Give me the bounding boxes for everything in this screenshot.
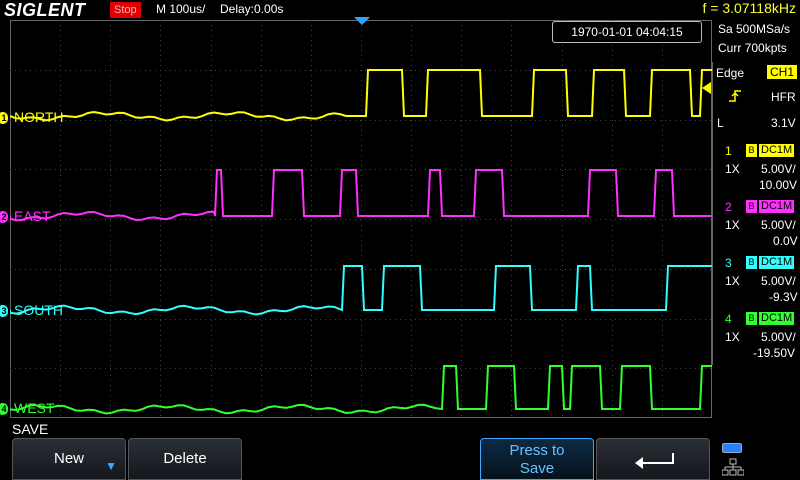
memory-depth: Curr 700kpts [718,41,787,55]
new-button[interactable]: New ▼ [12,438,126,480]
sample-rate: Sa 500MSa/s [718,22,791,36]
ch3-offset-marker[interactable]: 3 [0,305,10,317]
ch1-number: 1 [725,144,732,158]
ch4-probe: 1X [725,330,740,344]
ch2-scale: 5.00V/ [761,218,796,232]
ch3-bw-limit-icon: B [746,256,757,269]
ch4-bw-limit-icon: B [746,312,757,325]
ch1-bw-limit-icon: B [746,144,757,157]
ch3-label: SOUTH [14,302,63,318]
back-button[interactable] [596,438,710,480]
press-to-save-line1: Press to [509,442,565,459]
delay-readout[interactable]: Delay:0.00s [220,2,283,16]
menu-title: SAVE [12,421,49,437]
ch3-scale: 5.00V/ [761,274,796,288]
ch4-trace [10,365,712,415]
trigger-source: CH1 [767,65,798,79]
run-state-text: Stop [114,4,137,16]
waveform-display[interactable] [10,20,712,418]
ch2-number: 2 [725,200,732,214]
ch3-info-panel[interactable]: 3 B DC1M 1X 5.00V/ -9.3V [712,253,800,309]
ch2-info-panel[interactable]: 2 B DC1M 1X 5.00V/ 0.0V [712,197,800,253]
ch4-number: 4 [725,312,732,326]
ch1-info-panel[interactable]: 1 B DC1M 1X 5.00V/ 10.00V [712,141,800,197]
submenu-arrow-icon: ▼ [105,459,117,473]
right-info-panel: Sa 500MSa/s Curr 700kpts Edge CH1 HFR L … [702,20,800,438]
ch1-offset: 10.00V [759,178,798,192]
trigger-type: Edge [716,66,745,80]
brand-logo: SIGLENT [4,0,86,20]
ch2-offset-marker[interactable]: 2 [0,211,10,223]
delete-button[interactable]: Delete [128,438,242,480]
ch3-offset: -9.3V [769,290,798,304]
ch1-trace [10,69,712,122]
ch3-number: 3 [725,256,732,270]
trigger-level-marker[interactable] [702,82,711,94]
ch4-scale: 5.00V/ [761,330,796,344]
ch1-scale: 5.00V/ [761,162,796,176]
delete-button-label: Delete [163,450,207,467]
ch3-probe: 1X [725,274,740,288]
ch2-trace [10,169,712,222]
datetime-display: 1970-01-01 04:04:15 [552,21,702,43]
ch3-trace [10,265,712,316]
ch2-offset: 0.0V [773,234,798,248]
ch3-marker-num: 3 [0,305,8,317]
usb-icon [722,443,742,453]
ch4-offset-marker[interactable]: 4 [0,403,10,415]
trigger-level: 3.1V [771,116,796,130]
ch3-coupling: DC1M [759,256,795,269]
ch2-label: EAST [14,208,51,224]
ch2-bw-limit-icon: B [746,200,757,213]
ch4-offset: -19.50V [753,346,796,360]
ch2-probe: 1X [725,218,740,232]
ch1-probe: 1X [725,162,740,176]
trigger-level-label: L [717,116,724,130]
press-to-save-button[interactable]: Press to Save [480,438,594,480]
press-to-save-label: Press to Save [481,442,593,478]
press-to-save-line2: Save [519,460,555,477]
ch4-marker-num: 4 [0,403,8,415]
ch4-coupling: DC1M [759,312,795,325]
ch1-marker-num: 1 [0,112,8,124]
run-stop-badge[interactable]: Stop [110,2,141,18]
return-arrow-icon [635,453,674,469]
frequency-readout: f = 3.07118kHz [702,0,796,16]
ch1-offset-marker[interactable]: 1 [0,112,10,124]
waveform-traces [10,69,712,415]
ch4-info-panel[interactable]: 4 B DC1M 1X 5.00V/ -19.50V [712,309,800,365]
top-status-bar: SIGLENT Stop M 100us/ Delay:0.00s f = 3.… [0,0,800,20]
rising-edge-icon [729,90,741,102]
network-icon [722,458,744,476]
ch2-coupling: DC1M [759,200,795,213]
trigger-coupling: HFR [771,90,796,104]
ch1-coupling: DC1M [759,144,795,157]
timebase-readout[interactable]: M 100us/ [156,2,205,16]
trigger-position-marker[interactable] [354,17,370,25]
ch1-label: NORTH [14,109,64,125]
ch2-marker-num: 2 [0,211,8,223]
ch4-label: WEST [14,400,55,416]
